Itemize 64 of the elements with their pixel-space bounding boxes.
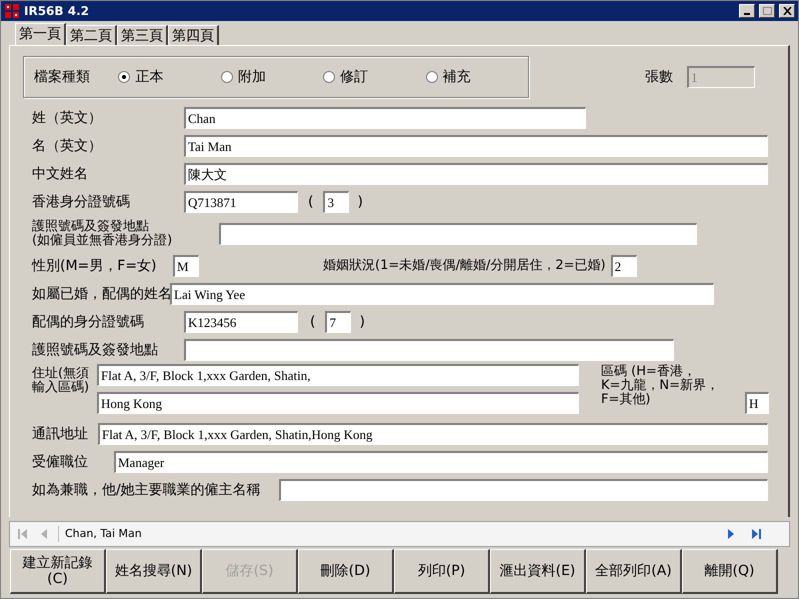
tab[interactable]: 第三頁 [117, 25, 168, 45]
close-icon [782, 7, 792, 15]
sex-field[interactable]: M [173, 255, 199, 277]
tab[interactable]: 第四頁 [168, 25, 219, 45]
radio-option[interactable]: 修訂 [323, 66, 426, 88]
next-record-icon[interactable] [727, 528, 735, 540]
maximize-button[interactable] [759, 4, 775, 18]
address-field[interactable]: Hong Kong [97, 392, 579, 414]
field-label: 住址(無須 輸入區碼) [32, 367, 90, 395]
last-record-icon[interactable] [749, 528, 763, 540]
minimize-button[interactable] [739, 4, 755, 18]
toolbar-button[interactable]: 全部列印(A) [586, 549, 682, 594]
marital-status-field[interactable]: 2 [610, 255, 637, 277]
field-label: 護照號碼及簽發地點 (如僱員並無香港身分證) [32, 220, 174, 248]
field-label: 護照號碼及簽發地點 [32, 340, 159, 360]
field-label: 張數 [645, 68, 674, 86]
maximize-icon [762, 7, 772, 15]
toolbar-button[interactable]: 離開(Q) [682, 549, 778, 594]
field-label: 婚姻狀況(1=未婚/喪偶/離婚/分開居住，2=已婚) [323, 257, 606, 276]
window-title: IR56B 4.2 [24, 3, 90, 20]
field-label: 姓（英文） [32, 108, 103, 128]
check-digit-field[interactable]: 7 [325, 311, 352, 333]
spouse-passport-field[interactable] [184, 339, 674, 361]
record-name: Chan, Tai Man [58, 526, 727, 542]
address-field[interactable]: Flat A, 3/F, Block 1,xxx Garden, Shatin, [97, 364, 579, 386]
field-label: 檔案種類 [34, 68, 91, 86]
check-digit-field[interactable]: 3 [323, 191, 350, 213]
area-code-field[interactable]: H [745, 392, 769, 414]
app-logo-icon [4, 3, 20, 19]
radio-option[interactable]: 正本 [118, 66, 221, 88]
tab[interactable]: 第一頁 [15, 23, 66, 45]
given-name-field[interactable]: Tai Man [184, 135, 768, 157]
toolbar-button[interactable]: 姓名搜尋(N) [106, 549, 202, 594]
spouse-id-field[interactable]: K123456 [184, 311, 298, 333]
toolbar-button[interactable]: 建立新記錄 (C) [10, 549, 106, 594]
field-label: 中文姓名 [32, 164, 89, 184]
surname-field[interactable]: Chan [184, 107, 586, 129]
bracket: ) [359, 312, 365, 332]
field-label: 區碼 (H=香港， K=九龍，N=新界， F=其他) [601, 365, 720, 407]
toolbar-button[interactable]: 列印(P) [394, 549, 490, 594]
hkid-field[interactable]: Q713871 [184, 191, 298, 213]
toolbar-button[interactable]: 滙出資料(E) [490, 549, 586, 594]
chinese-name-field[interactable]: 陳大文 [184, 163, 768, 185]
field-label: 配偶的身分證號碼 [32, 312, 145, 332]
bracket: ) [357, 192, 363, 212]
spouse-name-field[interactable]: Lai Wing Yee [170, 283, 714, 305]
tab[interactable]: 第二頁 [66, 25, 117, 45]
field-label: 如屬已婚，配偶的姓名 [32, 284, 170, 304]
position-field[interactable]: Manager [114, 451, 768, 473]
field-label: 性別(M=男，F=女) [32, 256, 158, 276]
field-label: 名（英文） [32, 136, 103, 156]
bracket: ( [310, 312, 316, 332]
postal-address-field[interactable]: Flat A, 3/F, Block 1,xxx Garden, Shatin,Hong Kong [98, 423, 768, 445]
radio-option[interactable]: 補充 [426, 66, 528, 88]
employer-field[interactable] [279, 479, 768, 501]
field-label: 受僱職位 [32, 452, 89, 472]
close-button[interactable] [779, 4, 795, 18]
bracket: ( [308, 192, 314, 212]
field-label: 如為兼職，他/她主要職業的僱主名稱 [32, 480, 262, 500]
field-label: 香港身分證號碼 [32, 192, 131, 212]
radio-option[interactable]: 附加 [220, 66, 324, 88]
passport-field[interactable] [219, 223, 697, 245]
field-label: 通訊地址 [32, 424, 89, 444]
toolbar-button[interactable]: 刪除(D) [298, 549, 394, 594]
